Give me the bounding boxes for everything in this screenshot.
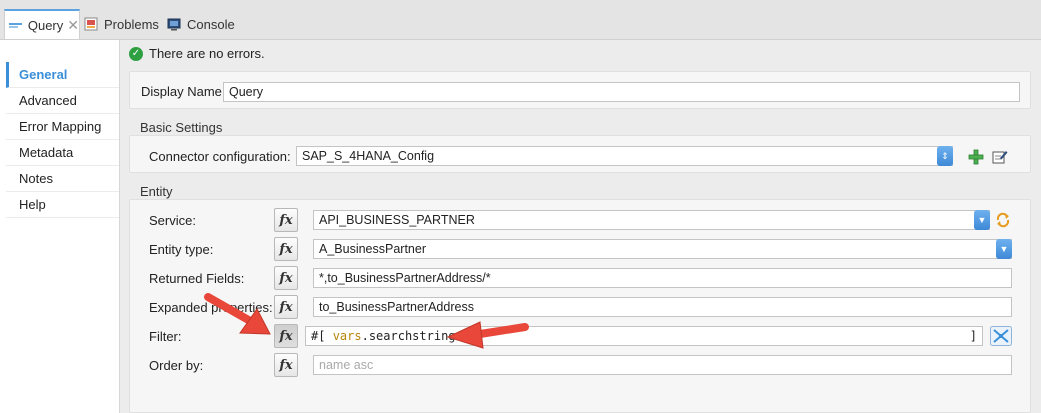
annotation-arrows: [204, 293, 529, 349]
arrow-to-filter-icon: [446, 321, 529, 349]
properties-editor: Query ✕ Problems Console General Advance…: [0, 0, 1041, 413]
arrow-to-fx-icon: [204, 293, 271, 335]
